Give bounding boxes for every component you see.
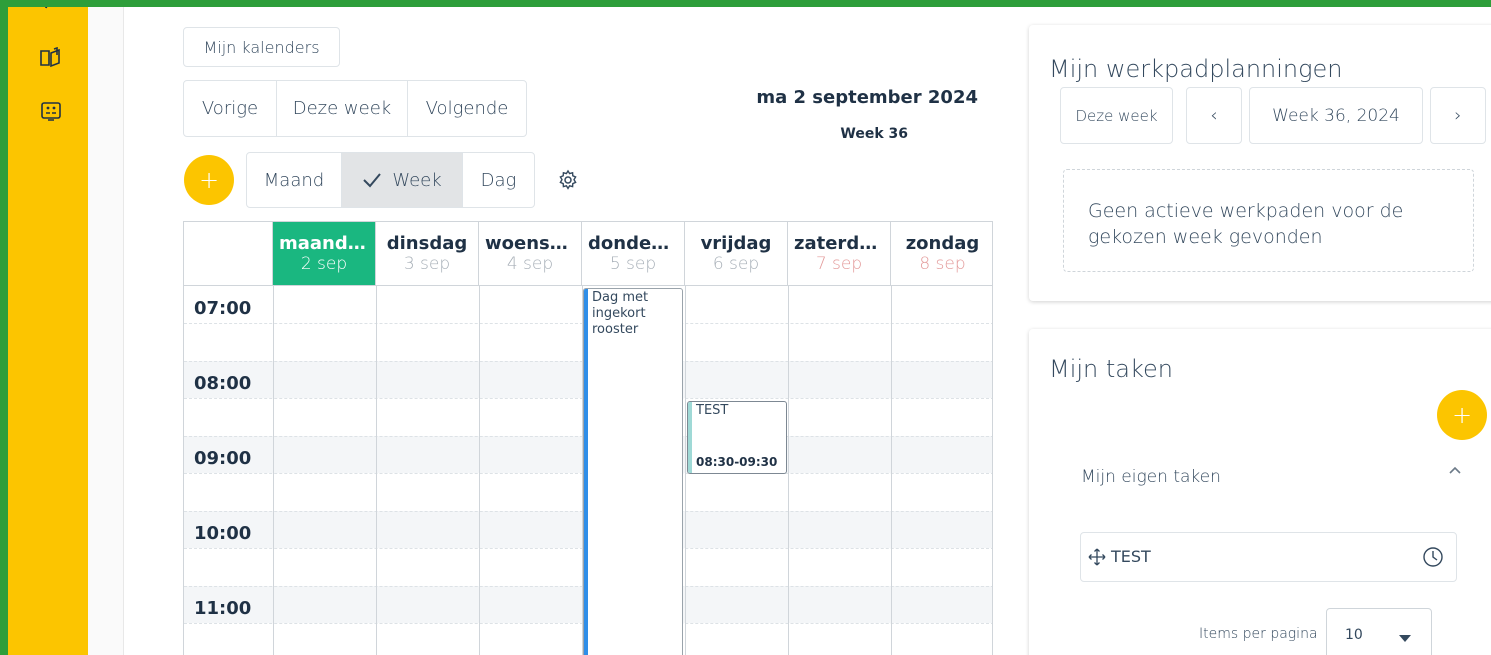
- task-label: TEST: [1111, 547, 1151, 566]
- next-button[interactable]: Volgende: [408, 81, 526, 136]
- event-time: 08:30-09:30: [696, 455, 778, 469]
- workpath-card: Mijn werkpadplanningen Deze week ‹ Week …: [1029, 25, 1491, 301]
- current-week-label: Week 36: [840, 126, 908, 142]
- event-title: TEST: [696, 403, 729, 418]
- hour-label: 10:00: [194, 523, 252, 544]
- clock-icon[interactable]: [1422, 546, 1444, 568]
- day-date: 2 sep: [300, 254, 348, 274]
- day-column-line: [479, 286, 480, 655]
- workpath-next-week-button[interactable]: ›: [1430, 87, 1486, 144]
- workpath-prev-week-button[interactable]: ‹: [1186, 87, 1242, 144]
- current-date-title: ma 2 september 2024: [756, 87, 978, 108]
- day-name: maandag: [279, 233, 373, 254]
- day-header-tuesday[interactable]: dinsdag 3 sep: [376, 222, 479, 286]
- workpath-this-week-button[interactable]: Deze week: [1060, 87, 1173, 144]
- own-tasks-section-title[interactable]: Mijn eigen taken: [1081, 467, 1221, 487]
- day-name: donderdag: [588, 233, 684, 254]
- day-column-line: [788, 286, 789, 655]
- day-name: woensdag: [485, 233, 581, 254]
- day-column-line: [273, 286, 274, 655]
- workpath-week-display[interactable]: Week 36, 2024: [1249, 87, 1423, 144]
- day-header-monday[interactable]: maandag 2 sep: [273, 222, 376, 286]
- day-name: vrijdag: [700, 233, 772, 254]
- items-per-page-label: Items per pagina: [1199, 626, 1318, 642]
- tasks-card: Mijn taken + Mijn eigen taken TEST Items…: [1029, 329, 1491, 655]
- view-day-button[interactable]: Dag: [463, 153, 534, 207]
- hour-label: 07:00: [194, 298, 252, 319]
- dropdown-arrow-icon: [1399, 631, 1411, 642]
- hour-label: 08:00: [194, 373, 252, 394]
- items-per-page-select[interactable]: 10: [1326, 608, 1432, 655]
- sidebar: [8, 7, 88, 655]
- day-header-sunday[interactable]: zondag 8 sep: [891, 222, 992, 286]
- calendar-settings-gear-icon[interactable]: [557, 169, 579, 191]
- day-date: 6 sep: [712, 254, 760, 274]
- day-date: 4 sep: [506, 254, 554, 274]
- workpath-empty-message: Geen actieve werkpaden voor de gekozen w…: [1063, 169, 1474, 272]
- day-date: 7 sep: [815, 254, 863, 274]
- check-icon: [362, 172, 382, 188]
- day-name: zaterdag: [794, 233, 885, 254]
- event-shortened-schedule[interactable]: Dag met ingekort rooster: [583, 288, 683, 655]
- app-frame: Mijn kalenders Vorige Deze week Volgende…: [8, 7, 1491, 655]
- view-switcher: Maand Week Dag: [246, 152, 535, 208]
- book-icon[interactable]: [38, 45, 64, 71]
- board-icon[interactable]: [38, 99, 64, 125]
- day-date: 5 sep: [609, 254, 657, 274]
- add-event-button[interactable]: +: [184, 155, 234, 205]
- day-column-line: [376, 286, 377, 655]
- sidebar-partial-icon[interactable]: [38, 7, 58, 11]
- my-calendars-button[interactable]: Mijn kalenders: [183, 27, 340, 67]
- day-header-wednesday[interactable]: woensdag 4 sep: [479, 222, 582, 286]
- day-header-thursday[interactable]: donderdag 5 sep: [582, 222, 685, 286]
- event-title: Dag met ingekort rooster: [592, 290, 649, 337]
- task-item[interactable]: TEST: [1080, 532, 1457, 582]
- event-color-bar: [688, 402, 692, 473]
- day-header-saturday[interactable]: zaterdag 7 sep: [788, 222, 891, 286]
- day-column-line: [891, 286, 892, 655]
- previous-button[interactable]: Vorige: [184, 81, 277, 136]
- day-name: dinsdag: [386, 233, 468, 254]
- day-date: 3 sep: [403, 254, 451, 274]
- event-color-bar: [584, 289, 588, 655]
- view-week-label: Week: [392, 169, 442, 191]
- tasks-title: Mijn taken: [1049, 355, 1174, 383]
- event-test[interactable]: TEST 08:30-09:30: [687, 401, 787, 474]
- hour-label: 09:00: [194, 448, 252, 469]
- hour-label: 11:00: [194, 598, 252, 619]
- this-week-button[interactable]: Deze week: [277, 81, 408, 136]
- day-header-friday[interactable]: vrijdag 6 sep: [685, 222, 788, 286]
- add-task-button[interactable]: +: [1437, 390, 1487, 440]
- chevron-up-icon[interactable]: [1447, 463, 1463, 479]
- view-week-button[interactable]: Week: [342, 153, 463, 207]
- day-name: zondag: [905, 233, 980, 254]
- day-column-line: [685, 286, 686, 655]
- view-month-button[interactable]: Maand: [247, 153, 342, 207]
- items-per-page-value: 10: [1345, 627, 1363, 643]
- drag-move-icon[interactable]: [1087, 547, 1107, 567]
- day-date: 8 sep: [919, 254, 966, 274]
- week-calendar: maandag 2 sep dinsdag 3 sep woensdag 4 s…: [183, 221, 993, 655]
- time-column-header: [184, 222, 273, 286]
- workpath-title: Mijn werkpadplanningen: [1049, 55, 1343, 83]
- week-navigation: Vorige Deze week Volgende: [183, 80, 527, 137]
- content-gutter: [88, 7, 124, 655]
